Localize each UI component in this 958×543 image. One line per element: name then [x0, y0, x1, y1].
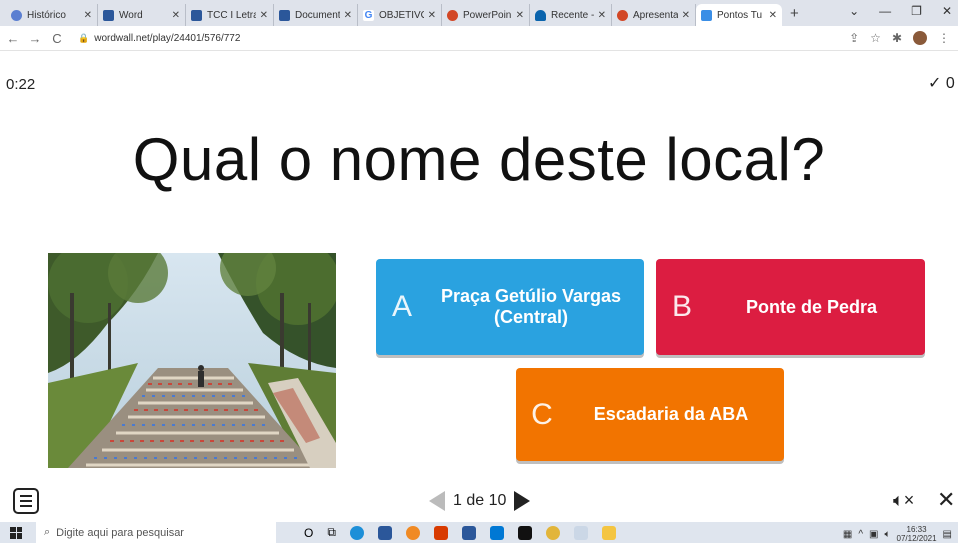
answer-a-button[interactable]: A Praça Getúlio Vargas (Central): [376, 259, 644, 355]
answer-letter: C: [531, 397, 553, 431]
tab-apresentacao[interactable]: Apresenta ✕: [612, 4, 696, 26]
forward-icon[interactable]: →: [26, 31, 44, 46]
close-tab-icon[interactable]: ✕: [516, 10, 524, 21]
paint-icon[interactable]: [573, 525, 588, 540]
profile-avatar[interactable]: [913, 31, 927, 45]
question-image: [48, 253, 336, 468]
close-tab-icon[interactable]: ✕: [428, 10, 436, 21]
powerpoint-icon: [447, 9, 458, 21]
address-bar: ← → C 🔒 wordwall.net/play/24401/576/772 …: [0, 26, 958, 51]
clock[interactable]: 16:33 07/12/2021: [897, 525, 937, 543]
share-icon[interactable]: ⇪: [849, 31, 859, 45]
tab-historico[interactable]: Histórico ✕: [6, 4, 98, 26]
question-text: Qual o nome deste local?: [132, 126, 826, 193]
close-window-button[interactable]: ✕: [942, 4, 952, 18]
close-tab-icon[interactable]: ✕: [682, 10, 690, 21]
onedrive-icon: [535, 9, 546, 21]
word-icon: [191, 9, 202, 21]
score-counter: ✓ 0: [928, 75, 955, 92]
tab-search-icon[interactable]: ⌄: [849, 4, 859, 18]
keyboard-icon[interactable]: ▦: [843, 529, 852, 540]
extensions-icon[interactable]: ✱: [892, 31, 902, 45]
menu-kebab-icon[interactable]: ⋮: [938, 31, 950, 45]
answer-b-button[interactable]: B Ponte de Pedra: [656, 259, 925, 355]
close-tab-icon[interactable]: ✕: [344, 10, 352, 21]
close-tab-icon[interactable]: ✕: [598, 10, 606, 21]
answer-letter: B: [671, 290, 692, 323]
restore-button[interactable]: ❐: [911, 4, 922, 18]
close-tab-icon[interactable]: ✕: [769, 10, 777, 21]
answer-c-button[interactable]: C Escadaria da ABA: [516, 368, 784, 461]
answer-text: Escadaria da ABA: [593, 404, 749, 424]
tray-chevron-icon[interactable]: ^: [858, 529, 863, 540]
mute-icon[interactable]: 🔈︎×: [893, 490, 914, 511]
answer-text: Praça Getúlio Vargas (Central): [440, 286, 622, 327]
lock-icon[interactable]: 🔒: [78, 33, 89, 44]
answer-text: Ponte de Pedra: [745, 296, 878, 317]
firefox-icon[interactable]: [405, 525, 420, 540]
file-explorer-icon[interactable]: [601, 525, 616, 540]
task-view-icon[interactable]: ⧉: [327, 525, 336, 540]
close-tab-icon[interactable]: ✕: [172, 10, 180, 21]
taskbar-apps: O ⧉: [304, 525, 616, 540]
tab-powerpoint[interactable]: PowerPoin ✕: [442, 4, 530, 26]
word-icon: [103, 9, 114, 21]
taskbar: ⌕ Digite aqui para pesquisar O ⧉ ▦ ^ ▣ 🔈…: [0, 522, 958, 543]
close-tab-icon[interactable]: ✕: [260, 10, 268, 21]
office-icon[interactable]: [433, 525, 448, 540]
word-app-icon[interactable]: [461, 525, 476, 540]
edge-icon[interactable]: [349, 525, 364, 540]
taskbar-search-placeholder: Digite aqui para pesquisar: [56, 526, 184, 539]
reload-icon[interactable]: C: [48, 31, 66, 46]
chrome-icon[interactable]: [545, 525, 560, 540]
timer: 0:22: [6, 76, 36, 93]
wordwall-icon: [701, 9, 712, 21]
menu-button[interactable]: [13, 488, 39, 514]
toolbar-icons: ⇪ ☆ ✱ ⋮: [849, 31, 950, 45]
history-icon: [11, 9, 22, 21]
answer-letter: A: [391, 290, 412, 323]
back-icon[interactable]: ←: [4, 31, 22, 46]
taskbar-search[interactable]: ⌕ Digite aqui para pesquisar: [36, 522, 276, 543]
stairway-photo: [48, 253, 336, 468]
close-game-icon[interactable]: ✕: [937, 487, 955, 513]
network-icon[interactable]: ▣: [869, 529, 878, 540]
pager: 1 de 10: [429, 491, 531, 511]
store-icon[interactable]: [377, 525, 392, 540]
new-tab-button[interactable]: +: [790, 5, 799, 22]
tab-recente[interactable]: Recente - ✕: [530, 4, 612, 26]
tab-tcc[interactable]: TCC I Letra ✕: [186, 4, 274, 26]
notifications-icon[interactable]: ▤: [943, 529, 952, 540]
tab-document[interactable]: Document ✕: [274, 4, 358, 26]
previous-arrow-icon[interactable]: [429, 491, 445, 511]
url-field[interactable]: wordwall.net/play/24401/576/772: [94, 33, 240, 44]
window-controls: ⌄ — ❐ ✕: [849, 4, 952, 18]
browser-tabstrip: Histórico ✕ Word ✕ TCC I Letra ✕ Document ✕ …: [0, 0, 958, 26]
powerpoint-icon: [617, 9, 628, 21]
tab-word[interactable]: Word ✕: [98, 4, 186, 26]
tab-pontos-turisticos[interactable]: Pontos Tu ✕: [696, 4, 782, 26]
next-arrow-icon[interactable]: [514, 491, 531, 511]
cortana-icon[interactable]: O: [304, 526, 313, 540]
google-icon: G: [363, 9, 374, 21]
volume-icon[interactable]: 🔈︎: [885, 529, 891, 540]
netflix-icon[interactable]: [517, 525, 532, 540]
close-tab-icon[interactable]: ✕: [84, 10, 92, 21]
system-tray: ▦ ^ ▣ 🔈︎ 16:33 07/12/2021 ▤: [843, 525, 952, 543]
mail-icon[interactable]: [489, 525, 504, 540]
minimize-button[interactable]: —: [879, 4, 891, 18]
bookmark-star-icon[interactable]: ☆: [870, 31, 881, 45]
page-indicator: 1 de 10: [453, 492, 507, 509]
tab-objetivo[interactable]: G OBJETIVO ✕: [358, 4, 442, 26]
search-icon: ⌕: [44, 526, 51, 538]
word-icon: [279, 9, 290, 21]
windows-start-icon[interactable]: [10, 526, 22, 539]
